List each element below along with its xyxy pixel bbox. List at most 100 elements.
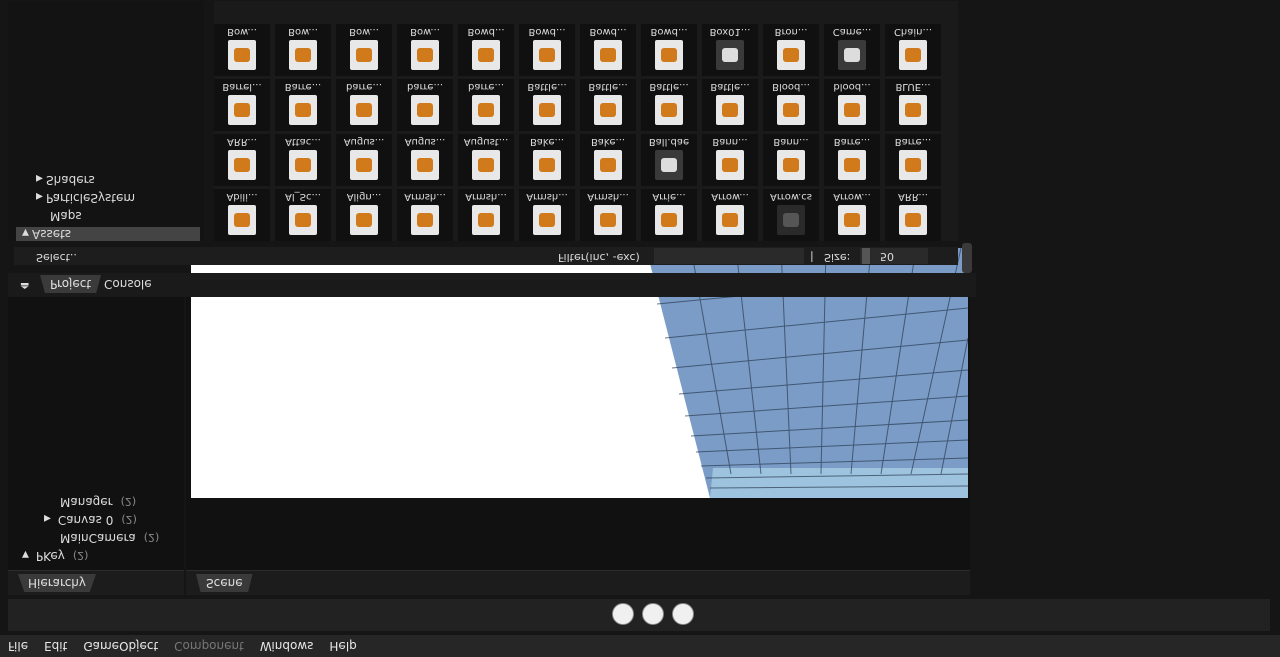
asset-type-glyph [539, 213, 555, 227]
asset-thumbnail-icon [289, 40, 317, 70]
asset-item[interactable]: Arrow... [702, 189, 758, 241]
count-badge: (2) [120, 495, 137, 508]
folder-shaders[interactable]: ▶ Shaders [36, 173, 95, 187]
asset-item[interactable]: Barre... [824, 134, 880, 186]
asset-item[interactable]: Bake... [580, 134, 636, 186]
asset-item[interactable]: Bow... [275, 24, 331, 76]
asset-item[interactable]: BLUE... [885, 79, 941, 131]
asset-item[interactable]: Box01... [702, 24, 758, 76]
asset-item[interactable]: Bowd... [519, 24, 575, 76]
asset-item[interactable]: Armsh... [397, 189, 453, 241]
asset-item[interactable]: barre... [458, 79, 514, 131]
asset-label: Armsh... [587, 191, 629, 202]
tab-hierarchy[interactable]: Hierarchy [18, 574, 96, 592]
asset-item[interactable]: Barre... [885, 134, 941, 186]
menu-file[interactable]: File [0, 639, 36, 653]
menu-component[interactable]: Component [166, 639, 252, 653]
expand-arrow-icon[interactable]: ▼ [22, 227, 32, 237]
folder-assets[interactable]: ▼ Assets [22, 227, 71, 241]
asset-item[interactable]: Bowd... [641, 24, 697, 76]
hierarchy-item-canvas[interactable]: ▶ Canvas 0 (2) [44, 513, 137, 527]
filter-input[interactable] [654, 248, 804, 264]
asset-type-glyph [417, 103, 433, 117]
asset-item[interactable]: Attac... [275, 134, 331, 186]
asset-item[interactable]: Bow... [397, 24, 453, 76]
asset-item[interactable]: Bann... [763, 134, 819, 186]
asset-item[interactable]: Arrie... [641, 189, 697, 241]
asset-label: Armsh... [526, 191, 568, 202]
asset-item[interactable]: blood... [824, 79, 880, 131]
asset-item[interactable]: Abili... [214, 189, 270, 241]
asset-item[interactable]: Ball.dae [641, 134, 697, 186]
tab-console[interactable]: Console [104, 275, 152, 293]
step-button[interactable] [672, 603, 694, 625]
asset-item[interactable]: ARR... [885, 189, 941, 241]
asset-item[interactable]: Al_Sc... [275, 189, 331, 241]
hierarchy-item-pkey[interactable]: ▼ PKey (2) [22, 549, 88, 563]
asset-item[interactable]: Arrow.cs [763, 189, 819, 241]
asset-type-glyph [844, 103, 860, 117]
asset-thumbnail-icon [533, 95, 561, 125]
asset-item[interactable]: barre... [397, 79, 453, 131]
filter-label: Filter(inc, -exc) [558, 251, 640, 264]
asset-item[interactable]: Bow... [214, 24, 270, 76]
tab-scene[interactable]: Scene [196, 574, 253, 592]
asset-item[interactable]: Align... [336, 189, 392, 241]
play-button[interactable] [612, 603, 634, 625]
tab-project[interactable]: Project [40, 275, 101, 293]
asset-item[interactable]: Battle... [702, 79, 758, 131]
asset-thumbnail-icon [838, 150, 866, 180]
asset-item[interactable]: Bake... [519, 134, 575, 186]
hierarchy-item-manager[interactable]: Manager (2) [60, 495, 136, 509]
asset-item[interactable]: Arrow... [824, 189, 880, 241]
asset-item[interactable]: Came... [824, 24, 880, 76]
asset-item[interactable]: Barre... [275, 79, 331, 131]
collapsed-arrow-icon[interactable]: ▶ [36, 191, 46, 201]
asset-item[interactable]: Bow... [336, 24, 392, 76]
asset-item[interactable]: August... [458, 134, 514, 186]
collapsed-arrow-icon[interactable]: ▶ [36, 173, 46, 183]
folder-particlesystem[interactable]: ▶ ParticleSystem [36, 191, 135, 205]
size-field[interactable]: 50 [860, 248, 928, 264]
asset-thumbnail-icon [228, 150, 256, 180]
asset-type-glyph [295, 48, 311, 62]
asset-item[interactable]: Augus... [336, 134, 392, 186]
collapsed-arrow-icon[interactable]: ▶ [44, 513, 54, 523]
asset-label: Box01... [709, 26, 751, 37]
asset-item[interactable]: Bowd... [458, 24, 514, 76]
asset-label: Arrie... [652, 191, 686, 202]
asset-item[interactable]: Bron... [763, 24, 819, 76]
asset-item[interactable]: Chain... [885, 24, 941, 76]
hierarchy-item-maincamera[interactable]: MainCamera (2) [60, 531, 159, 545]
asset-item[interactable]: barre... [336, 79, 392, 131]
asset-item[interactable]: Battle... [519, 79, 575, 131]
asset-thumbnail-icon [594, 205, 622, 235]
asset-thumbnail-icon [533, 205, 561, 235]
menu-help[interactable]: Help [321, 639, 364, 653]
folder-maps[interactable]: Maps [50, 209, 82, 223]
asset-item[interactable]: Armsh... [519, 189, 575, 241]
select-button[interactable]: Select.. [36, 251, 77, 264]
asset-item[interactable]: Barrel... [214, 79, 270, 131]
asset-item[interactable]: Armsh... [458, 189, 514, 241]
pause-button[interactable] [642, 603, 664, 625]
asset-item[interactable]: ARR... [214, 134, 270, 186]
menu-edit[interactable]: Edit [36, 639, 75, 653]
asset-item[interactable]: Armsh... [580, 189, 636, 241]
asset-thumbnail-icon [472, 150, 500, 180]
asset-item[interactable]: Blood... [763, 79, 819, 131]
asset-thumbnail-icon [838, 95, 866, 125]
asset-item[interactable]: Augus... [397, 134, 453, 186]
asset-label: Bake... [529, 136, 565, 147]
expand-arrow-icon[interactable]: ▼ [22, 549, 32, 559]
asset-item[interactable]: Bowd... [580, 24, 636, 76]
menu-windows[interactable]: Windows [252, 639, 322, 653]
panel-menu-icon[interactable]: ⏏ [20, 280, 29, 291]
menu-gameobject[interactable]: GameObject [75, 639, 166, 653]
asset-item[interactable]: Battle... [641, 79, 697, 131]
asset-type-glyph [844, 158, 860, 172]
asset-item[interactable]: Bann... [702, 134, 758, 186]
size-slider-handle[interactable] [862, 248, 870, 264]
asset-item[interactable]: Battle... [580, 79, 636, 131]
vertical-scrollbar[interactable] [962, 243, 972, 273]
